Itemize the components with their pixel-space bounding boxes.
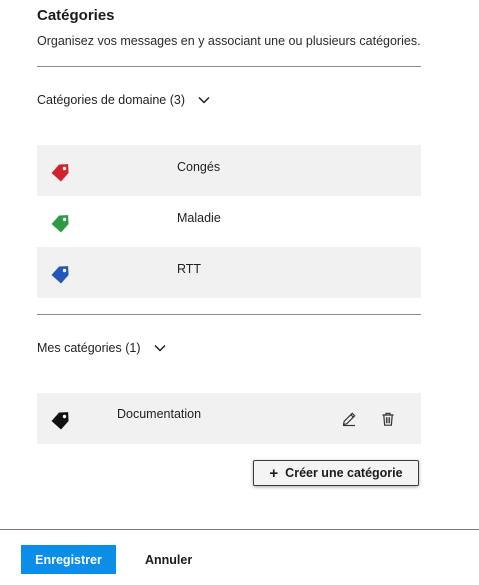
divider [37,314,421,315]
category-row-documentation[interactable]: Documentation [37,393,421,444]
save-button[interactable]: Enregistrer [21,545,116,574]
category-row-rtt[interactable]: RTT [37,247,421,298]
cancel-button[interactable]: Annuler [145,545,192,574]
domain-categories-label: Catégories de domaine (3) [37,93,185,107]
my-categories-toggle[interactable]: Mes catégories (1) [37,341,166,355]
tag-icon [51,215,69,233]
tag-icon [51,164,69,182]
create-category-button[interactable]: + Créer une catégorie [253,460,419,486]
page-description: Organisez vos messages en y associant un… [37,34,421,48]
category-label: Congés [177,160,221,174]
category-row-conges[interactable]: Congés [37,145,421,196]
divider [37,66,421,67]
delete-button[interactable] [378,409,398,429]
page-title: Catégories [37,7,115,24]
plus-icon: + [269,464,279,482]
trash-icon [382,412,394,426]
my-categories-label: Mes catégories (1) [37,341,141,355]
tag-icon [51,266,69,284]
category-label: Maladie [177,211,221,225]
tag-icon [51,412,69,430]
footer-divider [0,529,479,530]
chevron-down-icon [153,344,166,352]
chevron-down-icon [198,96,210,104]
category-label: Documentation [117,407,202,421]
edit-button[interactable] [339,409,359,429]
category-row-maladie[interactable]: Maladie [37,196,421,247]
category-label: RTT [177,262,202,276]
create-category-label: Créer une catégorie [285,466,403,480]
edit-icon [342,412,356,427]
domain-categories-toggle[interactable]: Catégories de domaine (3) [37,93,210,107]
